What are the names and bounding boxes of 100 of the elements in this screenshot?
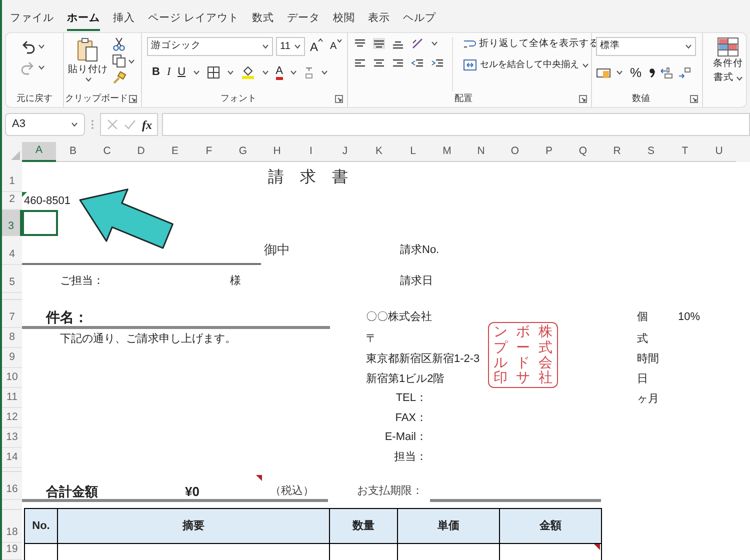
caret-icon[interactable] (84, 77, 92, 82)
decrease-decimal-icon[interactable] (678, 66, 691, 79)
currency-icon[interactable] (596, 66, 611, 79)
caret-up-icon[interactable] (318, 38, 324, 42)
group-label: 配置 (454, 92, 472, 106)
dialog-launcher-icon[interactable] (335, 95, 343, 103)
column-heading: No. (25, 509, 58, 544)
align-right-icon[interactable] (392, 58, 404, 69)
fill-color-icon[interactable] (240, 65, 255, 80)
conditional-format-icon[interactable] (717, 37, 739, 57)
copy-icon[interactable] (112, 54, 126, 68)
conditional-format-button[interactable]: 条件付 (713, 57, 743, 72)
caret-icon[interactable] (431, 40, 438, 46)
total-amount: ¥0 (185, 483, 200, 501)
issuer-address-line: 〒 (366, 332, 377, 347)
text-angle-icon[interactable] (411, 37, 424, 49)
caret-icon[interactable] (736, 76, 742, 81)
issuer-field-label: TEL： (396, 391, 427, 406)
scissors-icon[interactable] (112, 37, 126, 51)
issuer-address-line: 東京都新宿区新宿1-2-3 (366, 352, 480, 367)
font-size-field[interactable]: 11 (276, 37, 305, 56)
tax-note: （税込） (270, 484, 314, 499)
merge-cells-icon[interactable] (463, 59, 477, 71)
bold-button[interactable]: B (152, 64, 160, 80)
name-box[interactable]: A3 (5, 113, 85, 136)
grow-font-button[interactable]: A (308, 38, 326, 56)
brush-icon[interactable] (112, 71, 126, 85)
seal-text: 株式会社 (538, 324, 553, 386)
ribbon-tab[interactable]: ページ レイアウト (148, 11, 239, 31)
clipboard-icon[interactable] (76, 37, 100, 63)
ribbon-tab[interactable]: 挿入 (113, 11, 135, 31)
increase-indent-icon[interactable] (431, 58, 444, 69)
italic-button[interactable]: I (166, 64, 171, 80)
caret-icon[interactable] (226, 70, 234, 75)
comma-style-icon[interactable] (648, 67, 655, 78)
seal-text: ボードサ (516, 324, 530, 386)
issuer-field-label: FAX： (395, 411, 427, 426)
caret-icon[interactable] (38, 44, 45, 49)
undo-icon[interactable] (20, 39, 36, 54)
caret-icon[interactable] (128, 58, 135, 64)
borders-icon[interactable] (206, 66, 220, 79)
column-heading: 金額 (500, 509, 602, 544)
invoice-title: 請 求 書 (268, 168, 348, 188)
shrink-font-button[interactable]: A (328, 39, 344, 54)
unit-label: 式 (637, 332, 648, 347)
row-header[interactable]: 3 (2, 210, 22, 236)
dialog-launcher-icon[interactable] (579, 95, 587, 103)
caret-icon[interactable] (582, 62, 589, 68)
align-middle-icon[interactable] (373, 38, 385, 48)
font-color-button[interactable]: A (276, 64, 283, 80)
column-header[interactable]: A (22, 142, 56, 162)
caret-icon[interactable] (71, 122, 78, 127)
ribbon-tab[interactable]: 数式 (252, 11, 274, 31)
ribbon-tab[interactable]: データ (286, 11, 320, 31)
caret-icon[interactable] (616, 70, 623, 76)
issuer-field-label: E-Mail： (384, 430, 427, 445)
align-left-icon[interactable] (354, 58, 366, 69)
formula-input[interactable] (162, 113, 750, 136)
comment-marker-icon (22, 192, 27, 197)
caret-down-icon[interactable] (336, 39, 342, 43)
ribbon-tab[interactable]: ファイル (10, 11, 54, 31)
dialog-launcher-icon[interactable] (129, 95, 137, 103)
issuer-field-label: 担当： (394, 450, 427, 465)
invoice-number-label: 請求No. (400, 243, 440, 258)
phonetic-icon[interactable] (304, 66, 314, 79)
insert-function-button[interactable]: fx (142, 116, 152, 134)
seal-text: ンプル印 (493, 324, 508, 386)
caret-icon[interactable] (38, 65, 45, 70)
column-heading: 数量 (330, 509, 398, 544)
align-top-icon[interactable] (354, 38, 366, 48)
caret-icon[interactable] (294, 44, 301, 49)
issuer-address-line: 〇〇株式会社 (366, 310, 432, 325)
number-format-field[interactable]: 標準 (596, 37, 696, 56)
caret-icon[interactable] (685, 44, 692, 49)
ribbon-tab[interactable]: 表示 (368, 11, 390, 31)
format-button[interactable]: 書式 (714, 71, 734, 86)
caret-icon[interactable] (290, 70, 297, 75)
dialog-launcher-icon[interactable] (690, 95, 698, 103)
unit-label: 日 (637, 372, 648, 387)
caret-icon[interactable] (192, 70, 200, 75)
decrease-indent-icon[interactable] (411, 58, 424, 69)
caret-icon[interactable] (320, 70, 328, 75)
font-name-field[interactable]: 游ゴシック (147, 37, 273, 56)
group-label: 元に戻す (16, 92, 52, 106)
caret-icon[interactable] (262, 44, 269, 49)
caret-icon[interactable] (262, 70, 269, 75)
check-icon[interactable] (124, 119, 136, 130)
ribbon-tab[interactable]: 校閲 (332, 11, 355, 31)
wrap-text-icon[interactable] (463, 38, 476, 50)
paste-button[interactable]: 貼り付け (68, 63, 108, 78)
increase-decimal-icon[interactable] (660, 66, 673, 79)
ribbon-tab[interactable]: ヘルプ (402, 11, 436, 31)
drag-handle-icon (91, 119, 94, 130)
percent-button[interactable]: % (628, 63, 644, 82)
align-center-icon[interactable] (373, 58, 385, 69)
merge-center-button[interactable]: セルを結合して中央揃え (463, 58, 599, 72)
contact-label: ご担当： (60, 274, 104, 289)
selected-cell[interactable] (22, 210, 58, 236)
tax-rate: 10% (678, 310, 700, 325)
underline-button[interactable]: U (178, 64, 186, 80)
